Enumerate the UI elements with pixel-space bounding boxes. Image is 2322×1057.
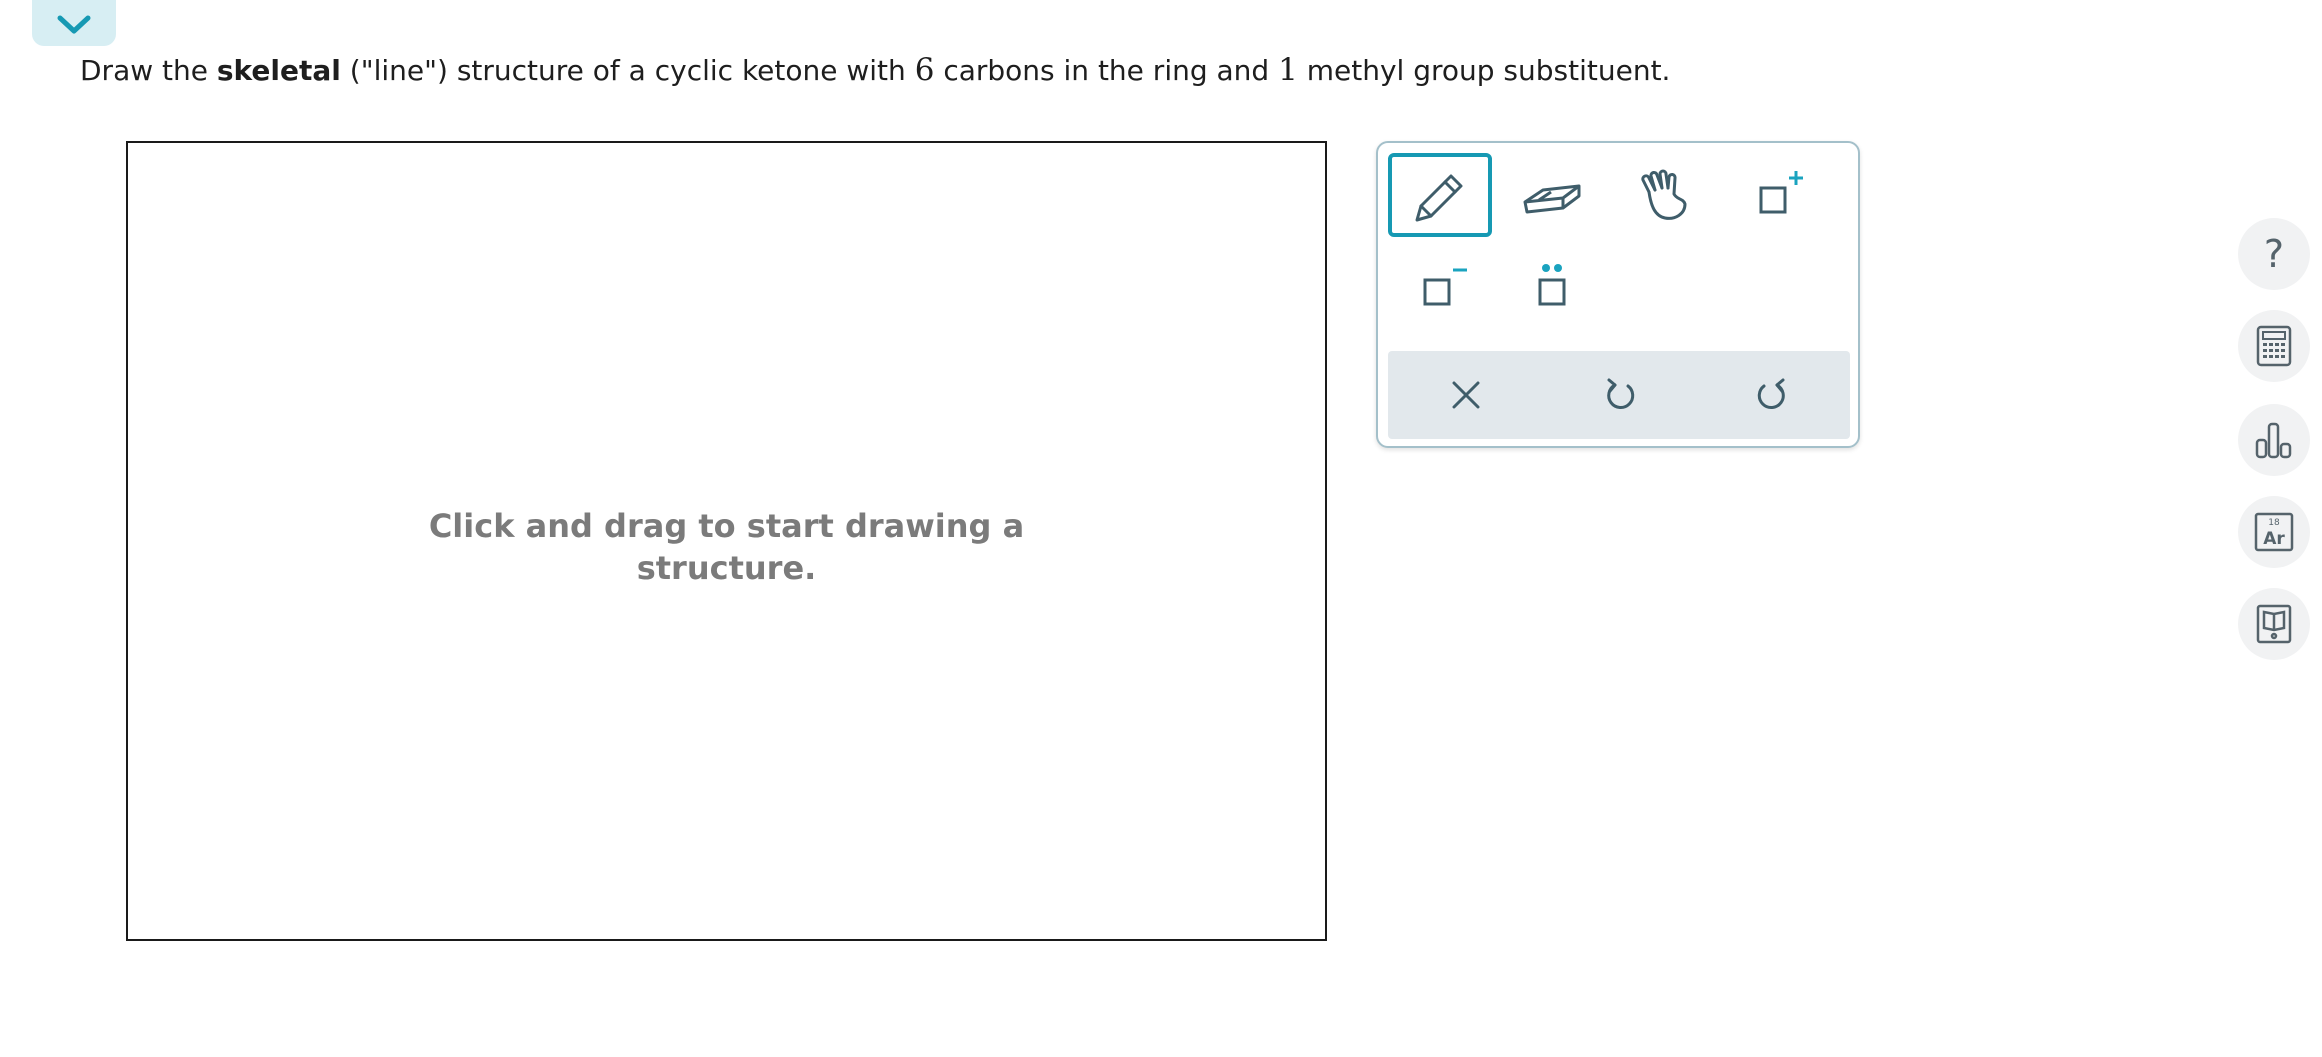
svg-text:18: 18 xyxy=(2268,518,2280,528)
tool-palette xyxy=(1376,141,1860,448)
ring-count: 6 xyxy=(914,52,935,88)
calculator-button[interactable] xyxy=(2238,310,2310,382)
redo-icon xyxy=(1757,378,1785,410)
chart-button[interactable] xyxy=(2238,404,2310,476)
clear-icon xyxy=(1452,381,1480,409)
calculator-icon xyxy=(2256,325,2292,367)
reference-book-icon xyxy=(2256,604,2292,644)
periodic-table-icon: 18 Ar xyxy=(2254,512,2294,552)
drawing-canvas[interactable]: Click and drag to start drawing a struct… xyxy=(126,141,1327,941)
help-icon: ? xyxy=(2263,232,2285,276)
help-button[interactable]: ? xyxy=(2238,218,2310,290)
undo-button[interactable] xyxy=(1570,365,1670,425)
pencil-tool-button[interactable] xyxy=(1388,153,1492,237)
action-bar xyxy=(1388,351,1850,439)
clear-button[interactable] xyxy=(1416,365,1516,425)
periodic-table-button[interactable]: 18 Ar xyxy=(2238,496,2310,568)
lone-pair-button[interactable] xyxy=(1500,247,1604,331)
undo-icon xyxy=(1607,378,1635,410)
svg-text:Ar: Ar xyxy=(2263,529,2285,549)
eraser-tool-button[interactable] xyxy=(1500,153,1604,237)
bold-term: skeletal xyxy=(216,54,341,87)
lone-pair-icon xyxy=(1538,264,1566,306)
hand-tool-button[interactable] xyxy=(1612,153,1716,237)
question-prompt: Draw the skeletal ("line") structure of … xyxy=(80,52,1671,88)
eraser-icon xyxy=(1523,184,1581,214)
remove-charge-icon xyxy=(1423,268,1467,306)
chevron-down-icon xyxy=(57,15,91,34)
chart-icon xyxy=(2255,422,2292,459)
methyl-count: 1 xyxy=(1278,52,1298,88)
redo-button[interactable] xyxy=(1722,365,1822,425)
add-charge-icon xyxy=(1759,171,1803,214)
page: Draw the skeletal ("line") structure of … xyxy=(0,0,2322,1057)
add-charge-button[interactable] xyxy=(1724,153,1828,237)
pencil-icon xyxy=(1415,174,1463,222)
remove-charge-button[interactable] xyxy=(1388,247,1492,331)
reference-book-button[interactable] xyxy=(2238,588,2310,660)
collapse-toggle-button[interactable] xyxy=(32,0,116,46)
canvas-hint: Click and drag to start drawing a struct… xyxy=(428,507,1025,587)
hand-icon xyxy=(1641,169,1687,220)
